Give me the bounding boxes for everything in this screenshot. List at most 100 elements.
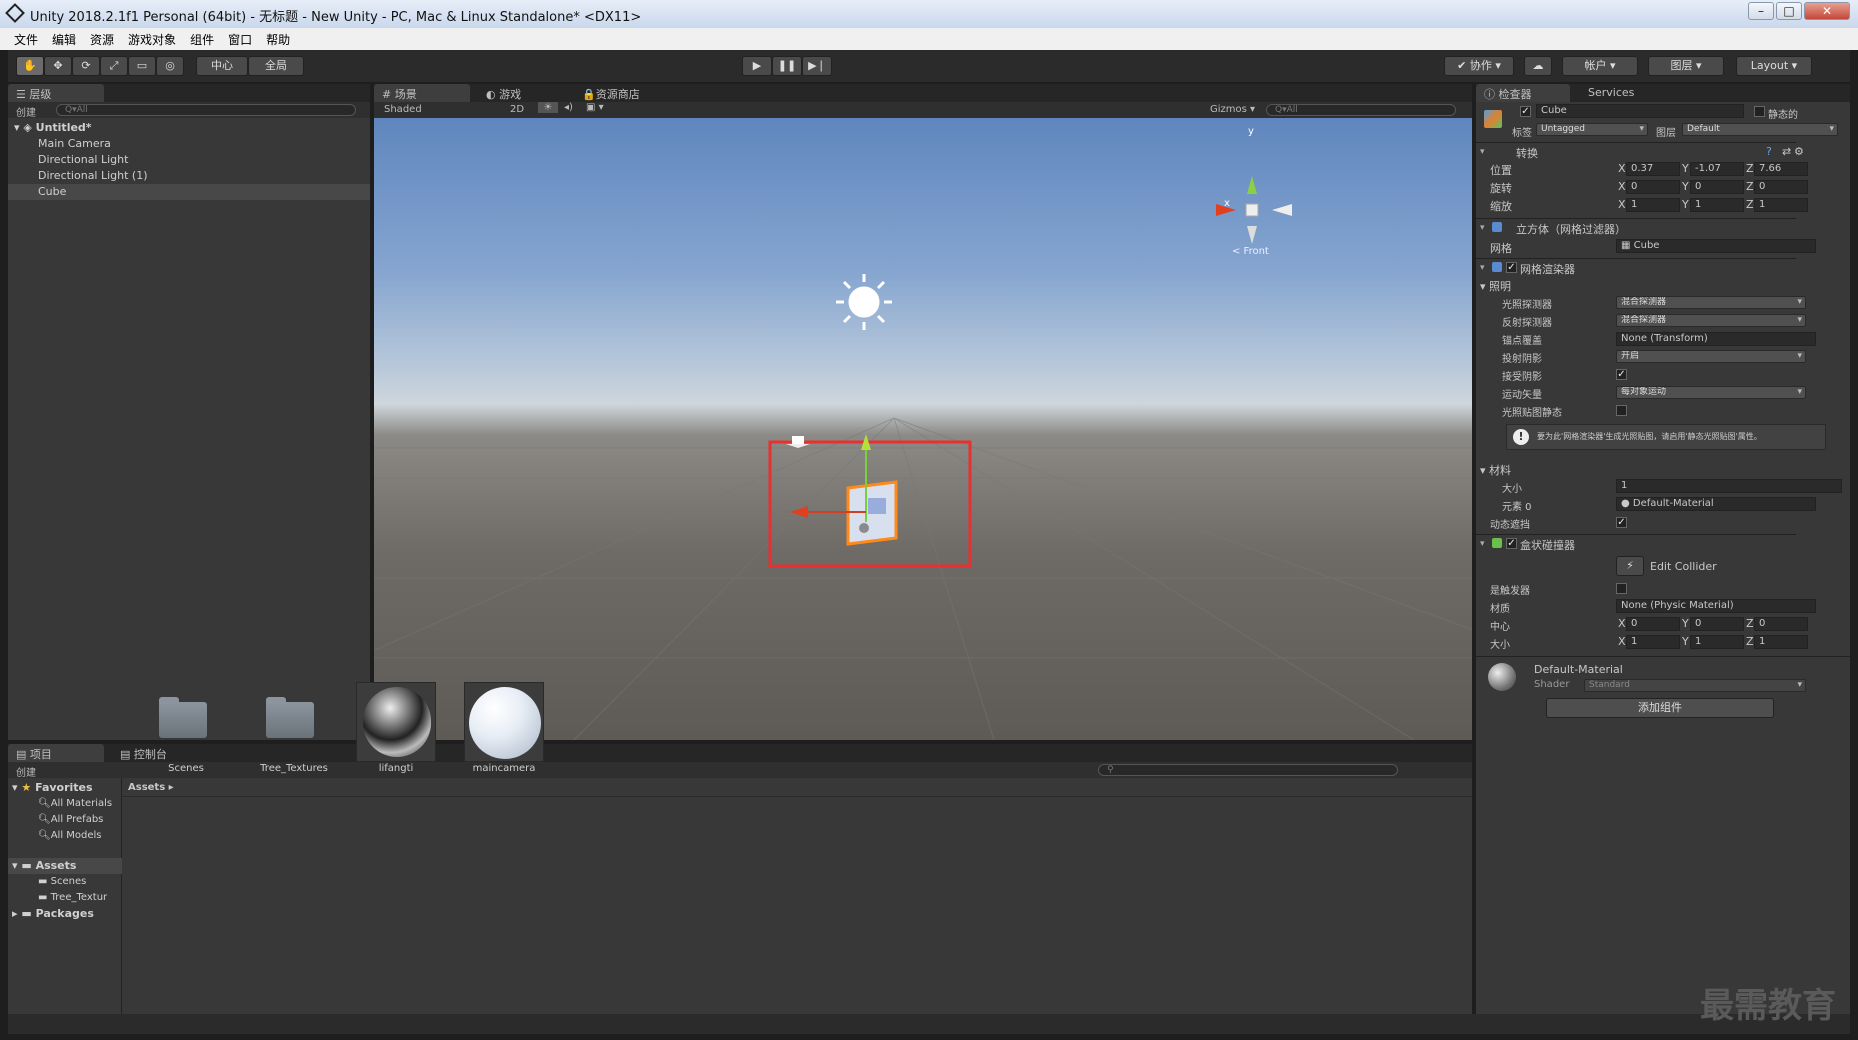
tab-inspector[interactable]: ⓘ 检查器 [1476,84,1570,102]
tab-project[interactable]: ▤ 项目 [8,744,104,762]
light-probes-dropdown[interactable]: 混合探测器 [1616,296,1806,309]
mesh-renderer-enabled-checkbox[interactable]: ✓ [1506,262,1517,273]
mesh-renderer-header[interactable]: ▾ ✓ 网格渲染器 [1476,258,1796,276]
assets-folder-row[interactable]: ▾ ▬ Assets [8,858,122,874]
box-collider-enabled-checkbox[interactable]: ✓ [1506,538,1517,549]
lighting-section[interactable]: ▾ 照明 [1480,278,1511,294]
collider-material-field[interactable]: None (Physic Material) [1616,599,1816,613]
cast-shadows-dropdown[interactable]: 开启 [1616,350,1806,363]
element0-field[interactable]: ● Default-Material [1616,497,1816,511]
receive-shadows-checkbox[interactable]: ✓ [1616,369,1627,380]
account-dropdown[interactable]: 帐户 ▾ [1562,56,1638,76]
scene-root-row[interactable]: ▾ ◈ Untitled* [8,120,370,136]
anchor-override-field[interactable]: None (Transform) [1616,332,1816,346]
tab-hierarchy[interactable]: ☰ 层级 [8,84,104,102]
menu-edit[interactable]: 编辑 [52,28,84,50]
lightmap-static-checkbox[interactable] [1616,405,1627,416]
tag-dropdown[interactable]: Untagged [1536,123,1648,136]
play-button[interactable]: ▶ [742,56,772,76]
layers-dropdown[interactable]: 图层 ▾ [1648,56,1724,76]
size-y-field[interactable]: 1 [1690,635,1744,649]
effects-toggle-icon[interactable]: ▣ ▾ [586,102,604,113]
audio-toggle-icon[interactable]: ◂) [564,102,573,113]
scale-x-field[interactable]: 1 [1626,198,1680,212]
size-z-field[interactable]: 1 [1754,635,1808,649]
project-search-input[interactable]: ⚲ [1098,764,1398,776]
collab-dropdown[interactable]: ✔ 协作 ▾ [1444,56,1514,76]
hierarchy-item-main-camera[interactable]: Main Camera [8,136,370,152]
close-button[interactable]: ✕ [1804,2,1850,20]
preset-icon[interactable]: ⇄ [1782,145,1791,158]
edit-collider-icon[interactable]: ⚡ [1616,556,1644,576]
menu-file[interactable]: 文件 [14,28,46,50]
shader-dropdown[interactable]: Standard [1584,679,1806,692]
assets-breadcrumb[interactable]: Assets ▸ [128,782,174,793]
hierarchy-search-input[interactable]: Q▾All [56,104,356,116]
packages-folder-row[interactable]: ▸ ▬ Packages [8,906,122,922]
global-toggle[interactable]: 全局 [248,56,304,76]
scene-viewport[interactable]: x y < Front [374,118,1472,740]
rect-tool-icon[interactable]: ▭ [128,56,156,76]
menu-component[interactable]: 组件 [190,28,222,50]
gear-icon[interactable]: ⚙ [1794,145,1804,158]
dynamic-occlusion-checkbox[interactable]: ✓ [1616,517,1627,528]
fav-all-models[interactable]: 🔍︎All Models [8,828,122,844]
tree-folder-scenes[interactable]: ▬ Scenes [8,874,122,890]
layout-dropdown[interactable]: Layout ▾ [1736,56,1812,76]
transform-tool-icon[interactable]: ◎ [156,56,184,76]
pivot-toggle[interactable]: 中心 [196,56,248,76]
reflection-probes-dropdown[interactable]: 混合探测器 [1616,314,1806,327]
asset-maincamera-thumbnail[interactable] [464,682,544,762]
scene-search-input[interactable]: Q▾All [1266,104,1456,116]
rotation-y-field[interactable]: 0 [1690,180,1744,194]
center-y-field[interactable]: 0 [1690,617,1744,631]
tab-console[interactable]: ▤ 控制台 [112,744,208,762]
cloud-icon[interactable]: ☁ [1524,56,1552,76]
folder-icon[interactable] [159,697,207,738]
scale-z-field[interactable]: 1 [1754,198,1808,212]
menu-gameobject[interactable]: 游戏对象 [128,28,184,50]
menu-help[interactable]: 帮助 [266,28,298,50]
center-x-field[interactable]: 0 [1626,617,1680,631]
rotation-x-field[interactable]: 0 [1626,180,1680,194]
box-collider-header[interactable]: ▾ ✓ 盒状碰撞器 [1476,534,1796,552]
tab-game[interactable]: ◐ 游戏 [478,84,568,102]
hand-tool-icon[interactable]: ✋ [16,56,44,76]
help-icon[interactable]: ? [1766,145,1772,158]
2d-toggle[interactable]: 2D [510,104,524,115]
layer-dropdown[interactable]: Default [1682,123,1838,136]
scale-y-field[interactable]: 1 [1690,198,1744,212]
menu-assets[interactable]: 资源 [90,28,122,50]
gizmos-dropdown[interactable]: Gizmos ▾ [1210,104,1255,115]
center-z-field[interactable]: 0 [1754,617,1808,631]
asset-lifangti-thumbnail[interactable] [356,682,436,762]
active-checkbox[interactable]: ✓ [1520,106,1531,117]
materials-section[interactable]: ▾ 材料 [1480,462,1511,478]
hierarchy-create-button[interactable]: 创建 [16,104,36,119]
maximize-button[interactable]: □ [1776,2,1802,20]
size-x-field[interactable]: 1 [1626,635,1680,649]
scale-tool-icon[interactable]: ⤢ [100,56,128,76]
tree-folder-tree-textures[interactable]: ▬ Tree_Textur [8,890,122,906]
materials-size-field[interactable]: 1 [1616,479,1842,493]
motion-vectors-dropdown[interactable]: 每对象运动 [1616,386,1806,399]
hierarchy-item-cube[interactable]: Cube [8,184,370,200]
favorites-row[interactable]: ▾ ★ Favorites [8,780,122,796]
tab-asset-store[interactable]: 🔒资源商店 [574,84,674,102]
pause-button[interactable]: ❚❚ [772,56,802,76]
transform-header[interactable]: ▾ 转换 ? ⇄ ⚙ [1476,142,1804,160]
rotate-tool-icon[interactable]: ⟳ [72,56,100,76]
position-y-field[interactable]: -1.07 [1690,162,1744,176]
object-name-field[interactable]: Cube [1536,104,1744,118]
position-x-field[interactable]: 0.37 [1626,162,1680,176]
hierarchy-item-directional-light-1[interactable]: Directional Light (1) [8,168,370,184]
lighting-toggle-icon[interactable]: ☀ [538,102,558,113]
static-checkbox[interactable] [1754,106,1765,117]
hierarchy-item-directional-light[interactable]: Directional Light [8,152,370,168]
rotation-z-field[interactable]: 0 [1754,180,1808,194]
tab-services[interactable]: Services [1580,84,1660,102]
mesh-field[interactable]: ▦ Cube [1616,239,1816,253]
view-orientation-label[interactable]: < Front [1232,246,1269,257]
is-trigger-checkbox[interactable] [1616,583,1627,594]
step-button[interactable]: ▶❘ [802,56,832,76]
